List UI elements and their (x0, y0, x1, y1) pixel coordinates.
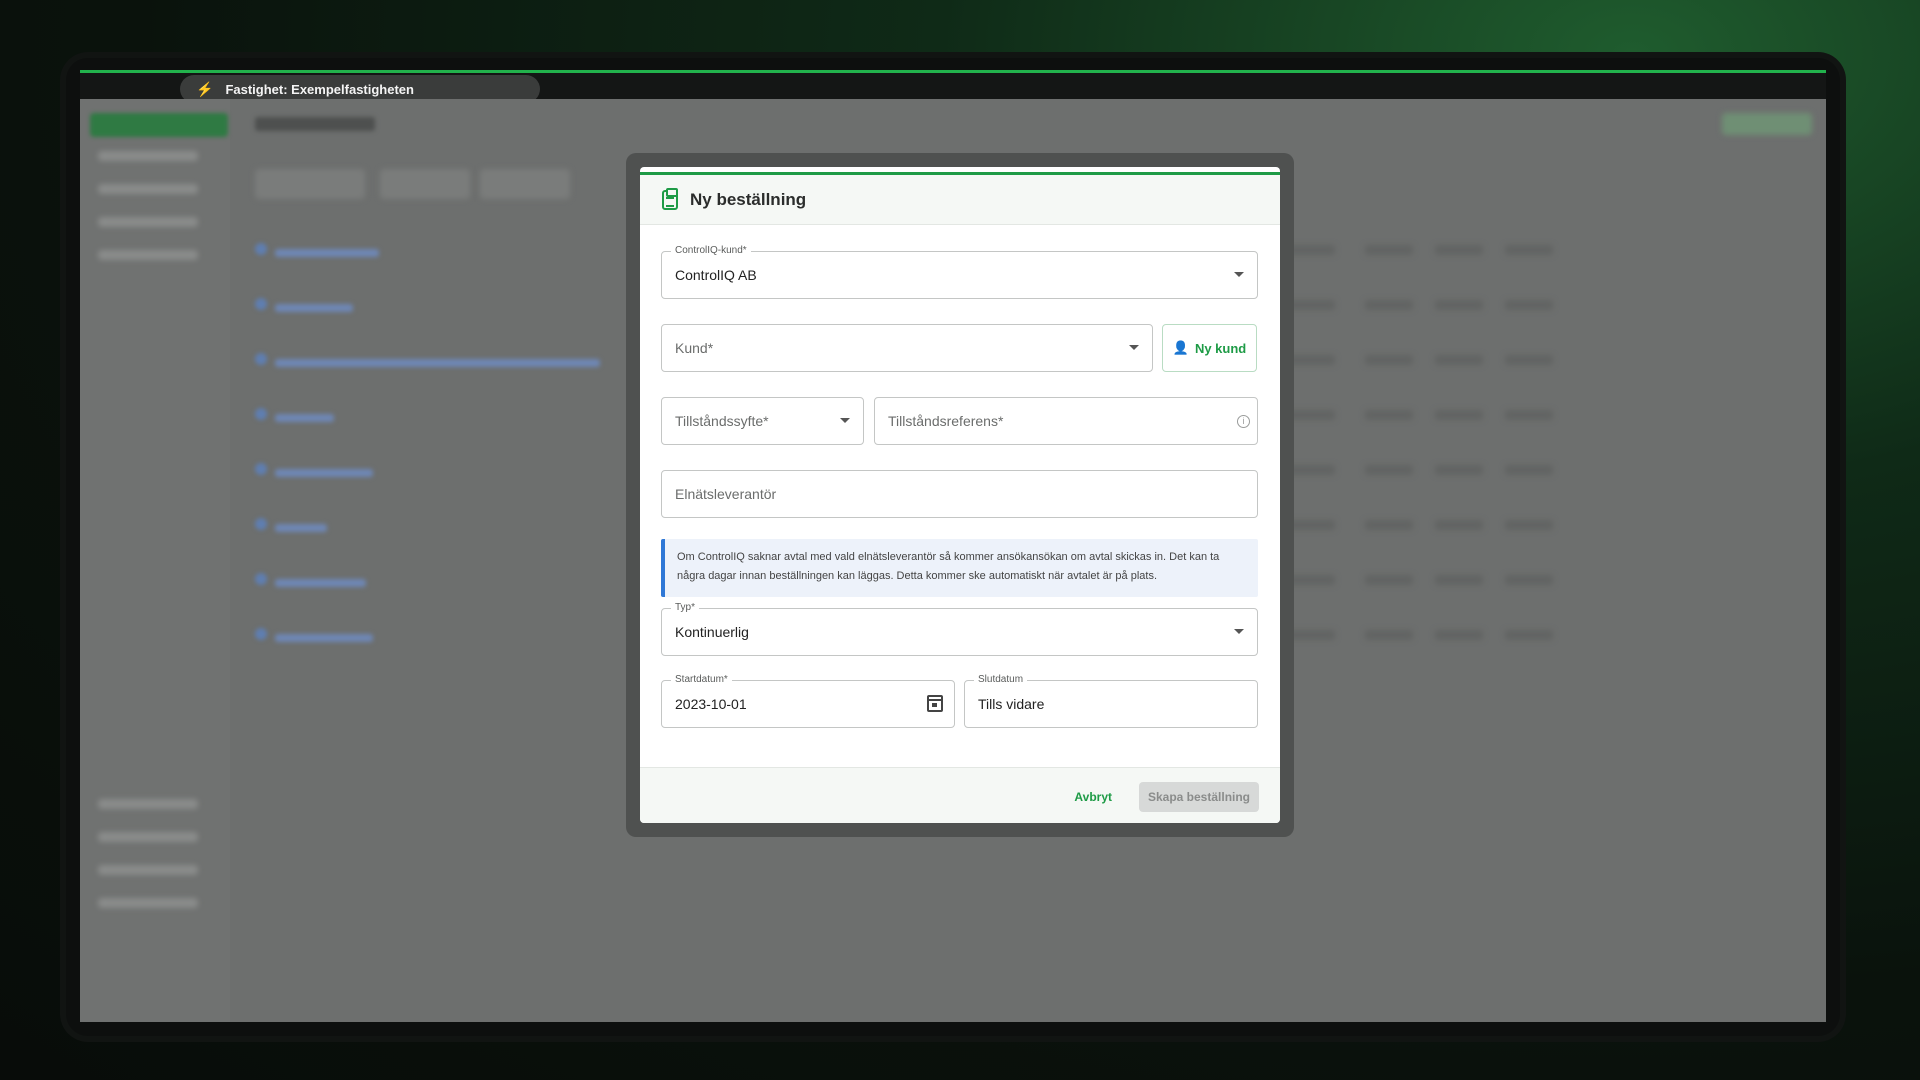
dialog-title: Ny beställning (690, 189, 807, 209)
row-cell-blurred (1365, 355, 1413, 365)
type-select[interactable]: Typ* Kontinuerlig (661, 602, 1258, 656)
row-cell-blurred (1505, 355, 1553, 365)
customer-select[interactable]: Kund* (661, 324, 1153, 372)
start-date-input[interactable]: Startdatum* 2023-10-01 (661, 674, 955, 728)
chevron-down-icon (1129, 345, 1139, 350)
new-customer-label: Ny kund (1194, 340, 1247, 356)
row-link-blurred (275, 634, 373, 642)
row-cell-blurred (1435, 300, 1483, 310)
row-cell-blurred (1505, 245, 1553, 255)
sidebar-item-blurred (98, 799, 198, 809)
sidebar-item-blurred (98, 151, 198, 161)
row-cell-blurred (1365, 465, 1413, 475)
filter-blurred (255, 169, 365, 199)
permit-reference-input[interactable]: Tillståndsreferens* i (874, 397, 1258, 445)
permit-purpose-select[interactable]: Tillståndssyfte* (661, 397, 864, 445)
row-link-blurred (275, 469, 373, 477)
row-link-blurred (275, 249, 379, 257)
status-dot-blurred (255, 573, 267, 585)
row-cell-blurred (1505, 300, 1553, 310)
status-dot-blurred (255, 353, 267, 365)
sidebar-item-blurred (98, 184, 198, 194)
row-cell-blurred (1505, 630, 1553, 640)
row-cell-blurred (1505, 465, 1553, 475)
row-cell-blurred (1505, 410, 1553, 420)
row-cell-blurred (1505, 520, 1553, 530)
row-cell-blurred (1365, 520, 1413, 530)
type-value: Kontinuerlig (675, 624, 749, 640)
create-order-button[interactable]: Skapa beställning (1139, 782, 1259, 812)
cancel-button[interactable]: Avbryt (1066, 782, 1120, 812)
status-dot-blurred (255, 298, 267, 310)
sidebar-item-blurred (98, 217, 198, 227)
row-link-blurred (275, 524, 327, 532)
status-dot-blurred (255, 463, 267, 475)
page-header-blurred (255, 117, 375, 131)
dialog-header: Ny beställning (640, 175, 1280, 225)
lightning-icon: ⚡ (196, 80, 214, 97)
row-link-blurred (275, 414, 334, 422)
type-label: Typ* (671, 602, 700, 613)
filter-blurred (380, 169, 470, 199)
add-user-icon: 👤 (1172, 340, 1189, 355)
sidebar-blurred (80, 99, 230, 1022)
row-cell-blurred (1365, 575, 1413, 585)
row-cell-blurred (1365, 300, 1413, 310)
row-cell-blurred (1365, 630, 1413, 640)
info-icon[interactable]: i (1237, 415, 1250, 428)
sidebar-item-blurred (98, 898, 198, 908)
chevron-down-icon (1234, 272, 1244, 277)
row-cell-blurred (1435, 245, 1483, 255)
row-cell-blurred (1435, 575, 1483, 585)
chevron-down-icon (1234, 629, 1244, 634)
status-dot-blurred (255, 408, 267, 420)
info-alert: Om ControlIQ saknar avtal med vald elnät… (661, 539, 1258, 597)
new-order-dialog: Ny beställning ControlIQ-kund* ControlIQ… (640, 167, 1280, 823)
grid-supplier-placeholder: Elnätsleverantör (675, 486, 777, 502)
row-link-blurred (275, 579, 366, 587)
end-date-value: Tills vidare (978, 696, 1045, 712)
header-button-blurred (1722, 113, 1812, 135)
permit-purpose-placeholder: Tillståndssyfte* (675, 413, 769, 429)
end-date-input[interactable]: Slutdatum Tills vidare (964, 674, 1258, 728)
new-customer-button[interactable]: 👤 Ny kund (1162, 324, 1257, 372)
status-dot-blurred (255, 628, 267, 640)
row-cell-blurred (1365, 410, 1413, 420)
chevron-down-icon (840, 418, 850, 423)
start-date-label: Startdatum* (671, 674, 732, 685)
sidebar-item-blurred (98, 250, 198, 260)
row-cell-blurred (1365, 245, 1413, 255)
row-cell-blurred (1505, 575, 1553, 585)
calendar-icon[interactable] (927, 695, 943, 712)
row-cell-blurred (1435, 520, 1483, 530)
dialog-footer: Avbryt Skapa beställning (640, 767, 1280, 823)
row-link-blurred (275, 304, 353, 312)
clipboard-icon (662, 187, 678, 210)
filter-blurred (480, 169, 570, 199)
grid-supplier-input[interactable]: Elnätsleverantör (661, 470, 1258, 518)
controliq-customer-value: ControlIQ AB (675, 267, 757, 283)
info-alert-text: Om ControlIQ saknar avtal med vald elnät… (677, 551, 1220, 582)
status-dot-blurred (255, 518, 267, 530)
permit-reference-placeholder: Tillståndsreferens* (888, 413, 1004, 429)
controliq-customer-label: ControlIQ-kund* (671, 245, 751, 256)
window-tab-title: Fastighet: Exempelfastigheten (225, 81, 414, 97)
row-cell-blurred (1435, 465, 1483, 475)
end-date-label: Slutdatum (974, 674, 1028, 685)
row-cell-blurred (1435, 410, 1483, 420)
row-cell-blurred (1435, 355, 1483, 365)
customer-placeholder: Kund* (675, 340, 714, 356)
start-date-value: 2023-10-01 (675, 696, 747, 712)
status-dot-blurred (255, 243, 267, 255)
sidebar-primary-button-blurred (90, 113, 228, 137)
sidebar-item-blurred (98, 865, 198, 875)
title-bar: ⚡ Fastighet: Exempelfastigheten (80, 73, 1826, 103)
sidebar-item-blurred (98, 832, 198, 842)
row-cell-blurred (1435, 630, 1483, 640)
row-link-blurred (275, 359, 600, 367)
controliq-customer-select[interactable]: ControlIQ-kund* ControlIQ AB (661, 245, 1258, 299)
